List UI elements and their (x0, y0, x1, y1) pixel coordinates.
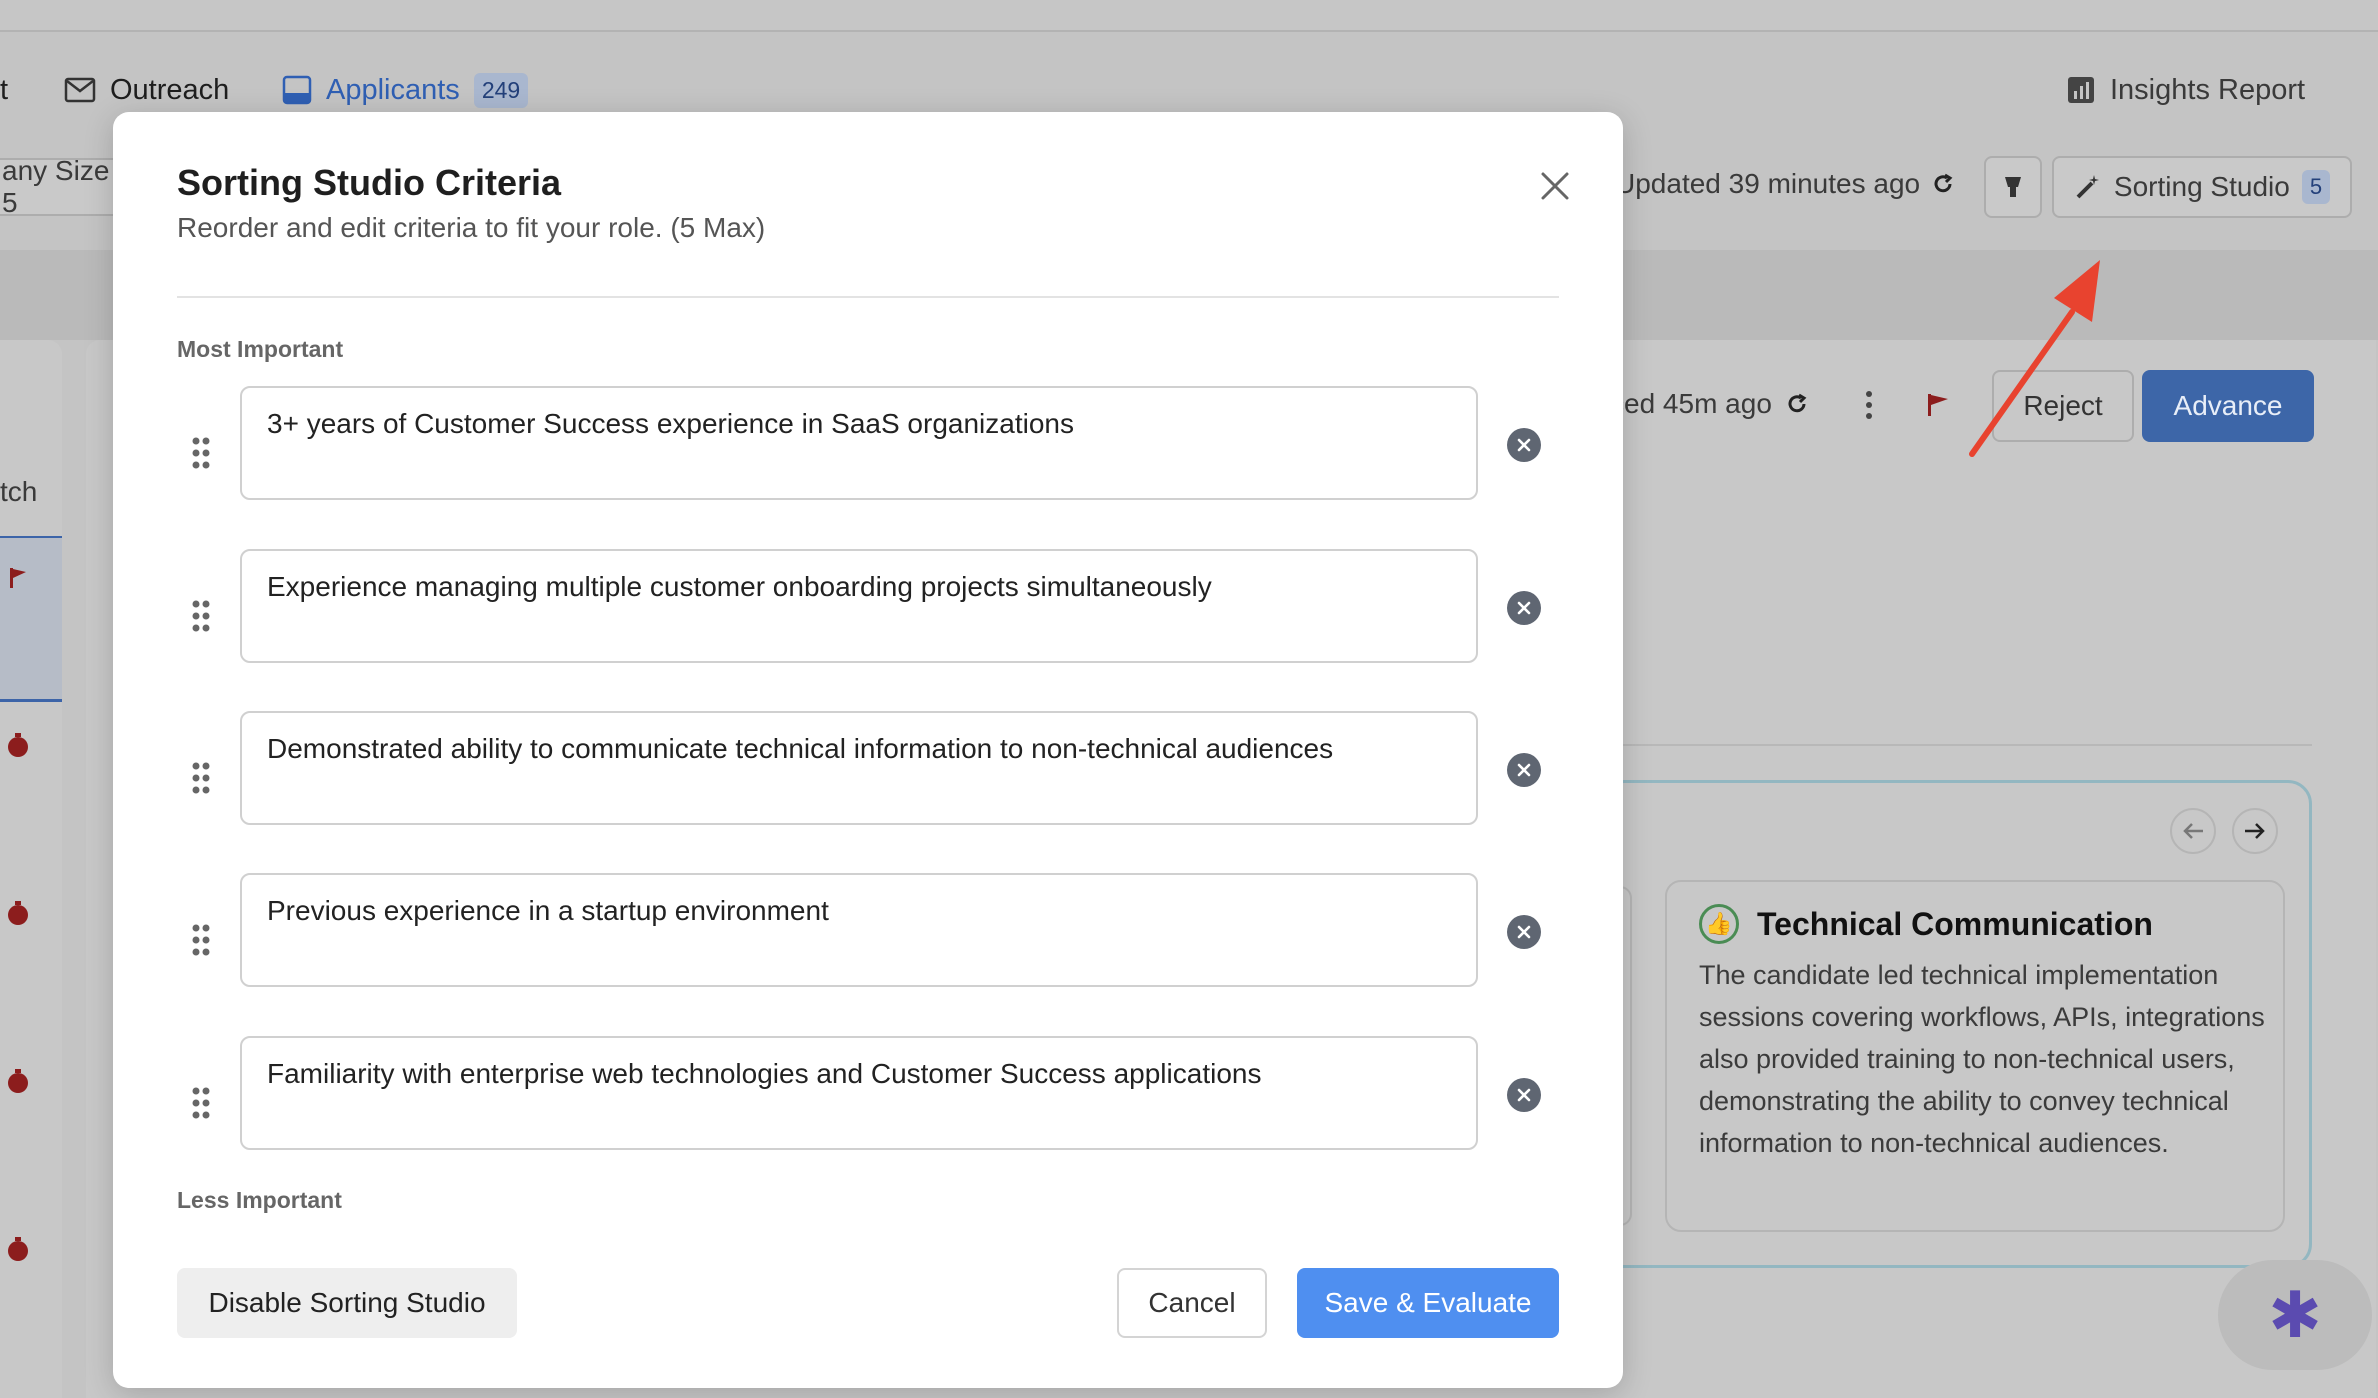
criterion-input[interactable] (240, 873, 1478, 987)
criterion-input[interactable] (240, 1036, 1478, 1150)
close-circle-icon (1517, 925, 1531, 939)
flag-icon[interactable] (1926, 392, 1950, 418)
criterion-input[interactable] (240, 711, 1478, 825)
inbox-icon (282, 75, 312, 105)
drag-handle-icon[interactable] (191, 599, 211, 633)
timer-icon (8, 1069, 28, 1093)
modal-subtitle: Reorder and edit criteria to fit your ro… (177, 212, 766, 243)
updated-status-label: Updated 39 minutes ago (1615, 168, 1921, 199)
nav-item-applicants-label: Applicants (326, 73, 460, 106)
selected-applicant-row[interactable] (0, 536, 62, 702)
arrow-left-icon (2183, 823, 2203, 839)
header-divider (177, 296, 1559, 298)
mail-icon (64, 77, 96, 103)
insight-card-title: 👍 Technical Communication (1699, 904, 2283, 944)
flag-icon (10, 568, 26, 588)
insight-card-line: information to non-technical audiences. (1699, 1128, 2169, 1158)
remove-criterion-button[interactable] (1507, 753, 1541, 787)
criterion-row (177, 1036, 1577, 1150)
timer-icon (8, 901, 28, 925)
sorting-studio-button[interactable]: Sorting Studio 5 (2052, 156, 2352, 218)
insight-card: 👍 Technical Communication The candidate … (1665, 880, 2285, 1232)
insight-card-line: also provided training to non-technical … (1699, 1044, 2235, 1074)
criterion-input[interactable] (240, 386, 1478, 500)
remove-criterion-button[interactable] (1507, 591, 1541, 625)
insight-card-line: sessions covering workflows, APIs, integ… (1699, 1002, 2265, 1032)
criterion-row (177, 711, 1577, 825)
applicant-list-panel: tch (0, 340, 62, 1398)
drag-handle-icon[interactable] (191, 761, 211, 795)
sparkle-icon: ✱ (2268, 1278, 2322, 1351)
criterion-input[interactable] (240, 549, 1478, 663)
less-important-label: Less Important (177, 1187, 342, 1213)
updated-status: Updated 39 minutes ago (1615, 168, 1954, 200)
nav-item-truncated[interactable]: t (0, 58, 8, 122)
insight-card-line: demonstrating the ability to convey tech… (1699, 1086, 2229, 1116)
list-tab-truncated[interactable]: tch (0, 476, 37, 508)
insights-report-label: Insights Report (2110, 73, 2306, 106)
carousel-prev-button[interactable] (2170, 808, 2216, 854)
save-evaluate-button[interactable]: Save & Evaluate (1297, 1268, 1559, 1338)
thumbs-up-icon: 👍 (1699, 904, 1739, 944)
magic-wand-icon (2076, 175, 2099, 199)
criterion-row (177, 386, 1577, 500)
insight-card-body: The candidate led technical implementati… (1699, 954, 2285, 1164)
timer-icon (8, 1237, 28, 1261)
close-circle-icon (1517, 438, 1531, 452)
carousel-next-button[interactable] (2232, 808, 2278, 854)
applicants-count-badge: 249 (473, 72, 529, 108)
top-strip (0, 0, 2378, 32)
sorting-studio-count-badge: 5 (2301, 170, 2331, 204)
nav-item-truncated-label: t (0, 73, 9, 106)
disable-sorting-studio-button[interactable]: Disable Sorting Studio (177, 1268, 517, 1338)
modal-title: Sorting Studio Criteria (177, 162, 562, 203)
close-button[interactable] (1533, 164, 1577, 208)
nav-item-insights[interactable]: Insights Report (2066, 58, 2305, 122)
refresh-icon[interactable] (1932, 173, 1954, 195)
assistant-fab[interactable]: ✱ (2218, 1260, 2372, 1370)
close-circle-icon (1517, 763, 1531, 777)
sorting-studio-modal: Sorting Studio Criteria Reorder and edit… (113, 112, 1623, 1388)
drag-handle-icon[interactable] (191, 923, 211, 957)
lightbulb-icon (2005, 177, 2021, 197)
close-circle-icon (1517, 601, 1531, 615)
insight-card-title-text: Technical Communication (1757, 905, 2153, 942)
detail-divider (1622, 744, 2312, 746)
synced-status-label: ced 45m ago (1610, 388, 1772, 419)
nav-item-outreach-label: Outreach (110, 73, 230, 106)
company-size-filter-label: any Size 5 (2, 155, 110, 218)
remove-criterion-button[interactable] (1507, 428, 1541, 462)
cancel-button[interactable]: Cancel (1117, 1268, 1267, 1338)
most-important-label: Most Important (177, 336, 344, 362)
arrow-right-icon (2245, 823, 2265, 839)
more-options-icon[interactable] (1864, 390, 1874, 425)
sorting-studio-label: Sorting Studio (2113, 171, 2290, 202)
company-size-filter[interactable]: any Size 5 (0, 155, 126, 218)
drag-handle-icon[interactable] (191, 1086, 211, 1120)
close-icon (1541, 172, 1569, 200)
drag-handle-icon[interactable] (191, 436, 211, 470)
insight-card-line: The candidate led technical implementati… (1699, 960, 2219, 990)
close-circle-icon (1517, 1088, 1531, 1102)
criterion-row (177, 549, 1577, 663)
remove-criterion-button[interactable] (1507, 1078, 1541, 1112)
remove-criterion-button[interactable] (1507, 915, 1541, 949)
refresh-icon[interactable] (1786, 393, 1808, 415)
criterion-row (177, 873, 1577, 987)
synced-status: ced 45m ago (1610, 388, 1808, 420)
chart-icon (2068, 77, 2094, 103)
lightbulb-button[interactable] (1984, 156, 2042, 218)
advance-button[interactable]: Advance (2142, 370, 2314, 442)
annotation-arrow (1969, 260, 2100, 457)
timer-icon (8, 733, 28, 757)
